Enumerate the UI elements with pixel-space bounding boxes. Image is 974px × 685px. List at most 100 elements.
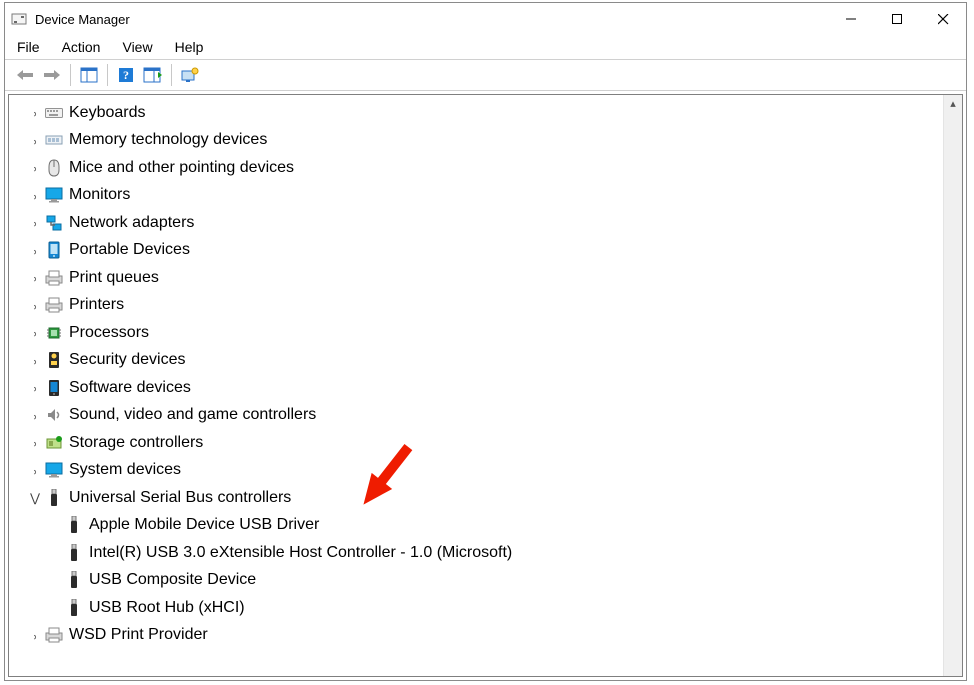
svg-text:?: ?: [123, 68, 129, 82]
expand-icon[interactable]: ᠈: [27, 212, 43, 233]
cpu-icon: [45, 324, 63, 342]
monitor-icon: [45, 186, 63, 204]
software-icon: [45, 379, 63, 397]
menu-view[interactable]: View: [120, 37, 154, 57]
tree-category-memory-technology-devices[interactable]: ᠈ Memory technology devices: [13, 127, 943, 155]
tree-item-label: USB Root Hub (xHCI): [89, 599, 245, 617]
toolbar-separator: [171, 64, 172, 86]
properties-pane-button[interactable]: [77, 63, 101, 87]
expand-icon[interactable]: ᠈: [27, 295, 43, 316]
tree-item-label: System devices: [69, 461, 181, 479]
tree-category-portable-devices[interactable]: ᠈ Portable Devices: [13, 237, 943, 265]
minimize-button[interactable]: [828, 4, 874, 34]
menu-help[interactable]: Help: [173, 37, 206, 57]
usb-icon: [45, 489, 63, 507]
tree-item-label: Print queues: [69, 269, 159, 287]
tree-category-printers[interactable]: ᠈Printers: [13, 292, 943, 320]
devices-view-button[interactable]: [178, 63, 202, 87]
app-icon: [11, 11, 27, 27]
tree-category-security-devices[interactable]: ᠈ Security devices: [13, 347, 943, 375]
tree-category-sound-video-and-game-controllers[interactable]: ᠈ Sound, video and game controllers: [13, 402, 943, 430]
tree-item-label: Memory technology devices: [69, 131, 267, 149]
expand-icon[interactable]: ᠈: [27, 322, 43, 343]
tree-category-software-devices[interactable]: ᠈Software devices: [13, 374, 943, 402]
toolbar: ?: [5, 59, 966, 91]
expand-icon[interactable]: ᠈: [27, 185, 43, 206]
scan-hardware-button[interactable]: [141, 63, 165, 87]
device-manager-window: Device Manager File Action View Help ? ᠈…: [4, 2, 967, 681]
tree-item-intel-r-usb-3-0-extensible-host-controller-1-0-microsoft[interactable]: Intel(R) USB 3.0 eXtensible Host Control…: [13, 539, 943, 567]
expand-icon[interactable]: ⋁: [27, 491, 43, 505]
tree-item-label: Portable Devices: [69, 241, 190, 259]
menubar: File Action View Help: [5, 35, 966, 59]
tree-item-label: Monitors: [69, 186, 130, 204]
printer-icon: [45, 296, 63, 314]
tree-item-usb-root-hub-xhci[interactable]: USB Root Hub (xHCI): [13, 594, 943, 622]
tree-category-network-adapters[interactable]: ᠈ Network adapters: [13, 209, 943, 237]
tree-item-label: Universal Serial Bus controllers: [69, 489, 291, 507]
expand-icon[interactable]: ᠈: [27, 130, 43, 151]
expand-icon[interactable]: ᠈: [27, 405, 43, 426]
tree-item-label: Security devices: [69, 351, 186, 369]
tree-category-print-queues[interactable]: ᠈ Print queues: [13, 264, 943, 292]
toolbar-separator: [70, 64, 71, 86]
scrollbar-vertical[interactable]: ▴: [943, 95, 962, 676]
tree-category-keyboards[interactable]: ᠈ Keyboards: [13, 99, 943, 127]
security-icon: [45, 351, 63, 369]
portable-icon: [45, 241, 63, 259]
tree-item-label: Keyboards: [69, 104, 146, 122]
expand-icon[interactable]: ᠈: [27, 460, 43, 481]
maximize-button[interactable]: [874, 4, 920, 34]
tree-category-wsd-print-provider[interactable]: ᠈ WSD Print Provider: [13, 622, 943, 650]
tree-item-usb-composite-device[interactable]: USB Composite Device: [13, 567, 943, 595]
system-icon: [45, 461, 63, 479]
toolbar-separator: [107, 64, 108, 86]
tree-item-label: WSD Print Provider: [69, 626, 208, 644]
scroll-up-button[interactable]: ▴: [944, 97, 962, 110]
expand-icon[interactable]: ᠈: [27, 432, 43, 453]
network-icon: [45, 214, 63, 232]
tree-item-label: Intel(R) USB 3.0 eXtensible Host Control…: [89, 544, 512, 562]
titlebar: Device Manager: [5, 3, 966, 35]
tree-item-label: Network adapters: [69, 214, 194, 232]
device-tree[interactable]: ᠈ Keyboards ᠈ Memory technology devices ᠈ Mic…: [9, 95, 943, 676]
tree-item-label: Sound, video and game controllers: [69, 406, 316, 424]
tree-item-label: USB Composite Device: [89, 571, 256, 589]
tree-category-storage-controllers[interactable]: ᠈Storage controllers: [13, 429, 943, 457]
expand-icon[interactable]: ᠈: [27, 625, 43, 646]
usb-icon: [65, 571, 83, 589]
storage-icon: [45, 434, 63, 452]
expand-icon[interactable]: ᠈: [27, 377, 43, 398]
window-controls: [828, 4, 966, 34]
keyboard-icon: [45, 104, 63, 122]
printqueue-icon: [45, 269, 63, 287]
help-button[interactable]: ?: [114, 63, 138, 87]
sound-icon: [45, 406, 63, 424]
window-title: Device Manager: [35, 11, 828, 27]
expand-icon[interactable]: ᠈: [27, 240, 43, 261]
tree-category-processors[interactable]: ᠈ Processors: [13, 319, 943, 347]
tree-item-label: Mice and other pointing devices: [69, 159, 294, 177]
forward-button[interactable]: [40, 63, 64, 87]
expand-icon[interactable]: ᠈: [27, 267, 43, 288]
expand-icon[interactable]: ᠈: [27, 102, 43, 123]
tree-item-apple-mobile-device-usb-driver[interactable]: Apple Mobile Device USB Driver: [13, 512, 943, 540]
expand-icon[interactable]: ᠈: [27, 350, 43, 371]
tree-item-label: Processors: [69, 324, 149, 342]
mouse-icon: [45, 159, 63, 177]
printqueue-icon: [45, 626, 63, 644]
tree-category-mice-and-other-pointing-devices[interactable]: ᠈ Mice and other pointing devices: [13, 154, 943, 182]
back-button[interactable]: [13, 63, 37, 87]
menu-action[interactable]: Action: [60, 37, 103, 57]
tree-item-label: Apple Mobile Device USB Driver: [89, 516, 319, 534]
tree-category-universal-serial-bus-controllers[interactable]: ⋁ Universal Serial Bus controllers: [13, 484, 943, 512]
menu-file[interactable]: File: [15, 37, 42, 57]
tree-category-system-devices[interactable]: ᠈ System devices: [13, 457, 943, 485]
usb-icon: [65, 599, 83, 617]
usb-icon: [65, 544, 83, 562]
tree-category-monitors[interactable]: ᠈ Monitors: [13, 182, 943, 210]
expand-icon[interactable]: ᠈: [27, 157, 43, 178]
client-area: ᠈ Keyboards ᠈ Memory technology devices ᠈ Mic…: [8, 94, 963, 677]
usb-icon: [65, 516, 83, 534]
close-button[interactable]: [920, 4, 966, 34]
